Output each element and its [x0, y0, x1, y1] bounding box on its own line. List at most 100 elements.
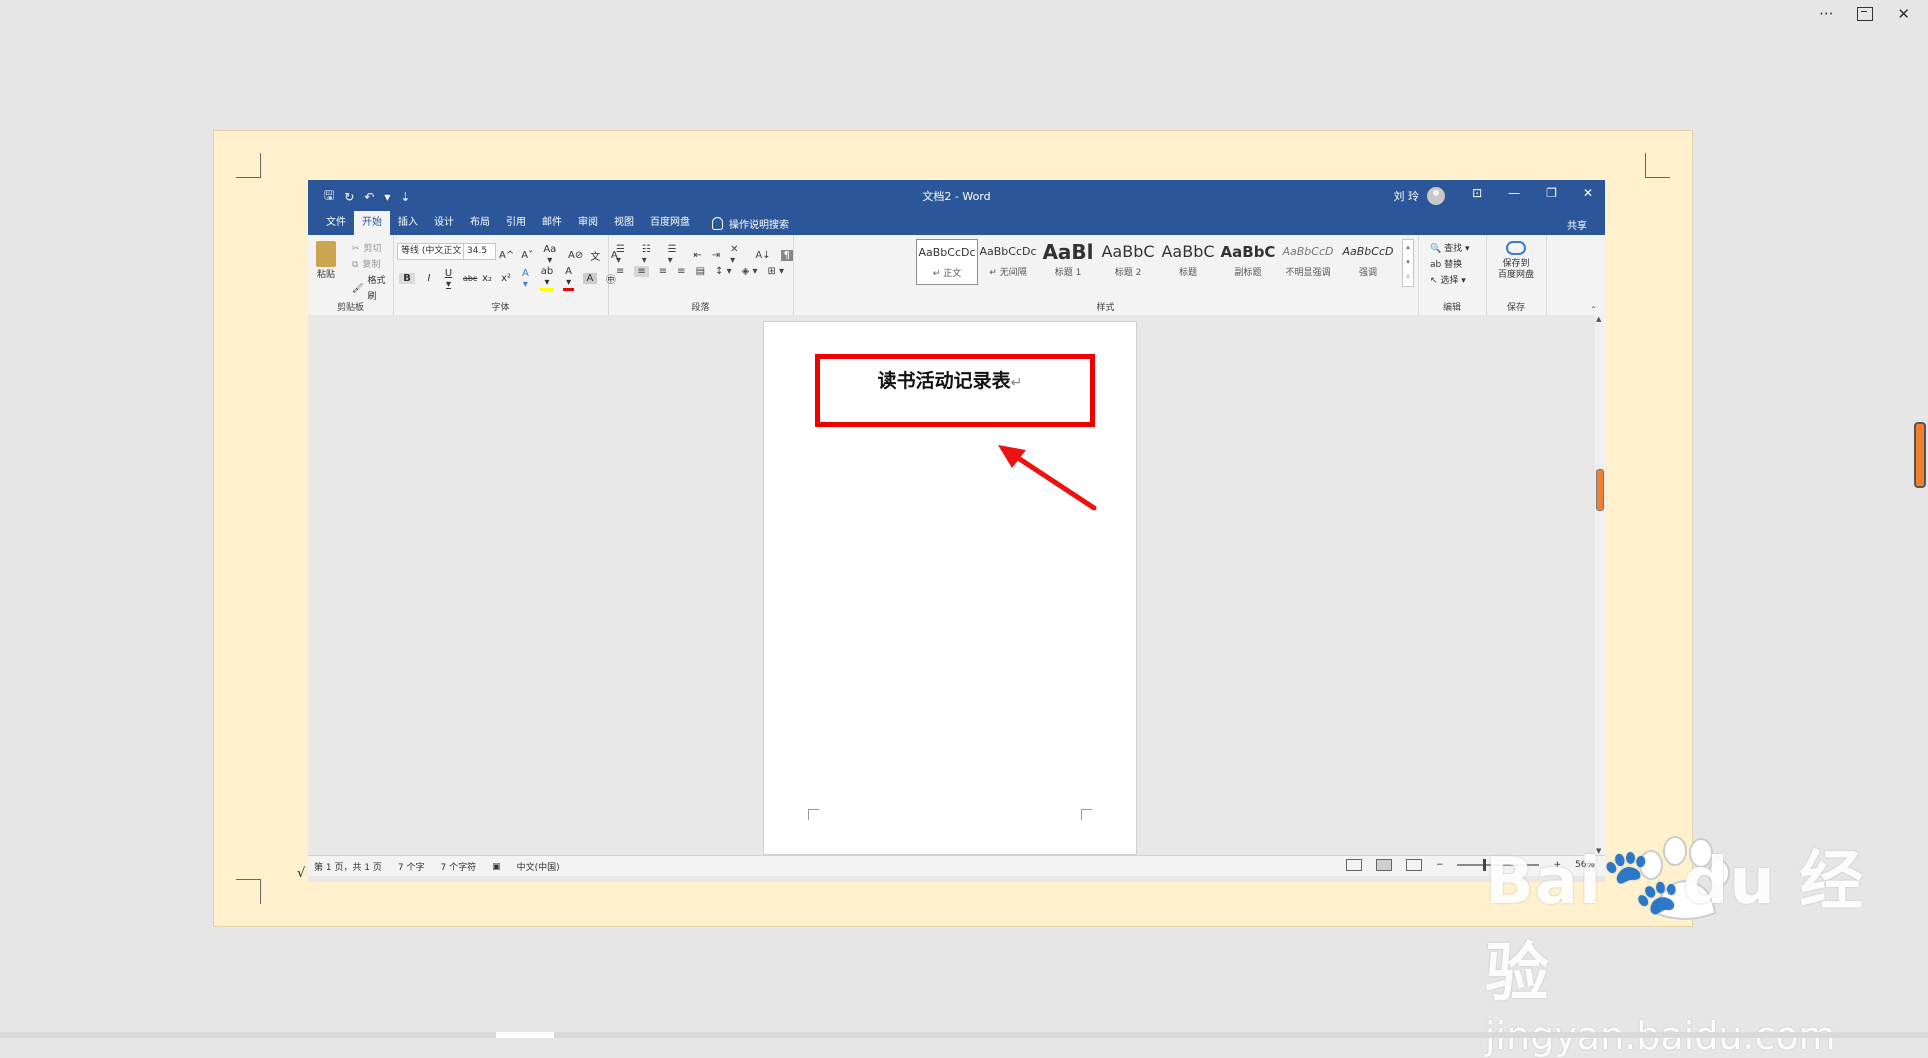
font-name-combo[interactable]: 等线 (中文正文 — [397, 243, 464, 260]
phonetic-guide-button[interactable]: 文 — [590, 248, 600, 263]
tell-me-search[interactable]: 操作说明搜索 — [712, 216, 789, 231]
bottom-scrollbar[interactable] — [0, 1032, 1928, 1038]
more-options-icon[interactable]: ··· — [1819, 6, 1833, 22]
style-gallery: AaBbCcDc ↵ 正文 AaBbCcDc ↵ 无间隔 AaBl 标题 1 A… — [916, 239, 1406, 285]
bullets-button[interactable]: ☰ ▾ — [616, 244, 632, 266]
scroll-up-icon[interactable]: ▲ — [1596, 315, 1601, 323]
style-heading-1[interactable]: AaBl 标题 1 — [1038, 239, 1098, 283]
tab-view[interactable]: 视图 — [606, 211, 642, 235]
strikethrough-button[interactable]: abc — [463, 274, 477, 283]
highlight-color-button[interactable]: ab ▾ — [539, 266, 555, 291]
document-page[interactable]: 读书活动记录表↵ — [763, 321, 1137, 855]
style-subtitle[interactable]: AaBbC 副标题 — [1218, 239, 1278, 283]
underline-button[interactable]: U ▾ — [443, 268, 454, 290]
read-mode-icon[interactable] — [1345, 859, 1362, 871]
replace-button[interactable]: ab 替换 — [1430, 257, 1469, 273]
ribbon-display-options-icon[interactable]: ⊡ — [1472, 186, 1482, 200]
style-normal[interactable]: AaBbCcDc ↵ 正文 — [916, 239, 978, 285]
print-layout-icon[interactable] — [1375, 859, 1392, 871]
tab-mailings[interactable]: 邮件 — [534, 211, 570, 235]
increase-indent-button[interactable]: ⇥ — [712, 250, 720, 261]
status-bar: 第 1 页，共 1 页 7 个字 7 个字符 ▣ 中文(中国) − + 56% — [308, 855, 1605, 876]
save-to-baidu-netdisk-button[interactable]: 保存到 百度网盘 — [1498, 241, 1534, 281]
restore-window-icon[interactable]: ❐ — [1546, 186, 1557, 200]
style-no-spacing[interactable]: AaBbCcDc ↵ 无间隔 — [978, 239, 1038, 283]
close-icon[interactable]: ✕ — [1897, 6, 1910, 22]
paste-button[interactable]: 粘贴 — [316, 241, 336, 280]
style-subtle-emphasis[interactable]: AaBbCcD 不明显强调 — [1278, 239, 1338, 283]
save-line-1: 保存到 — [1502, 259, 1530, 269]
style-sample: AaBbCcDc — [979, 245, 1037, 258]
superscript-button[interactable]: x² — [501, 273, 511, 284]
align-center-button[interactable]: ≡ — [634, 266, 649, 277]
font-size-combo[interactable]: 34.5 — [463, 243, 496, 260]
tab-baidu-netdisk[interactable]: 百度网盘 — [642, 211, 698, 235]
sort-button[interactable]: A↓ — [755, 250, 770, 261]
style-emphasis[interactable]: AaBbCcD 强调 — [1338, 239, 1398, 283]
restore-icon[interactable] — [1857, 7, 1874, 21]
tab-review[interactable]: 审阅 — [570, 211, 606, 235]
avatar[interactable] — [1427, 187, 1445, 205]
decrease-indent-button[interactable]: ⇤ — [693, 250, 701, 261]
bold-button[interactable]: B — [399, 273, 415, 284]
align-left-button[interactable]: ≡ — [616, 266, 624, 277]
distributed-button[interactable]: ▤ — [696, 266, 705, 277]
bottom-scrollbar-thumb[interactable] — [496, 1032, 554, 1038]
minimize-icon[interactable]: — — [1508, 186, 1520, 200]
justify-button[interactable]: ≡ — [677, 266, 685, 277]
zoom-out-button[interactable]: − — [1436, 860, 1444, 870]
font-color-button[interactable]: A ▾ — [563, 266, 574, 291]
select-button[interactable]: ↖ 选择 ▾ — [1430, 273, 1469, 289]
word-count[interactable]: 7 个字 — [398, 860, 425, 873]
tab-layout[interactable]: 布局 — [462, 211, 498, 235]
copy-button[interactable]: ⧉ 复制 — [352, 257, 393, 273]
numbering-button[interactable]: ☷ ▾ — [642, 244, 658, 266]
style-sample: AaBbC — [1161, 242, 1215, 261]
style-heading-2[interactable]: AaBbC 标题 2 — [1098, 239, 1158, 283]
paragraph-group: ☰ ▾ ☷ ▾ ☰ ▾ ⇤ ⇥ ✕ ▾ A↓ ¶ ≡ ≡ ≡ ≡ ▤ ↕ ▾ ◈… — [608, 235, 794, 315]
language[interactable]: 中文(中国) — [517, 860, 560, 873]
tab-file[interactable]: 文件 — [318, 211, 354, 235]
vertical-scrollbar[interactable]: ▲ ▼ — [1595, 315, 1605, 855]
borders-button[interactable]: ⊞ ▾ — [767, 266, 784, 277]
character-shading-button[interactable]: A — [582, 273, 597, 284]
style-sample: AaBbCcD — [1342, 245, 1394, 258]
subscript-button[interactable]: x₂ — [482, 273, 492, 284]
show-hide-marks-button[interactable]: ¶ — [780, 249, 793, 261]
collapse-ribbon-icon[interactable]: ⌃ — [1590, 305, 1597, 314]
style-sample: AaBbCcDc — [918, 246, 976, 259]
clear-formatting-button[interactable]: A⊘ — [568, 250, 583, 261]
style-gallery-scroll[interactable]: ▴ ▾ ▿ — [1402, 239, 1414, 287]
tab-insert[interactable]: 插入 — [390, 211, 426, 235]
italic-button[interactable]: I — [424, 273, 434, 284]
grow-font-button[interactable]: A^ — [499, 250, 514, 261]
chinese-layout-button[interactable]: ✕ ▾ — [730, 244, 745, 266]
style-title[interactable]: AaBbC 标题 — [1158, 239, 1218, 283]
shading-button[interactable]: ◈ ▾ — [742, 266, 758, 277]
user-account[interactable]: 刘 玲 — [1394, 187, 1445, 205]
proofing-icon[interactable]: ▣ — [492, 862, 501, 872]
char-count[interactable]: 7 个字符 — [441, 860, 477, 873]
multilevel-list-button[interactable]: ☰ ▾ — [668, 244, 684, 266]
change-case-button[interactable]: Aa ▾ — [541, 244, 559, 266]
find-button[interactable]: 🔍 查找 ▾ — [1430, 241, 1469, 257]
annotation-highlight-box — [815, 354, 1095, 427]
text-effects-button[interactable]: A ▾ — [520, 268, 531, 290]
shrink-font-button[interactable]: A˅ — [521, 250, 533, 261]
share-button[interactable]: 共享 — [1567, 217, 1587, 232]
tab-design[interactable]: 设计 — [426, 211, 462, 235]
outer-scrollbar-thumb[interactable] — [1914, 422, 1926, 488]
style-sample: AaBl — [1042, 240, 1094, 264]
close-window-icon[interactable]: ✕ — [1583, 186, 1593, 200]
tab-references[interactable]: 引用 — [498, 211, 534, 235]
align-right-button[interactable]: ≡ — [659, 266, 667, 277]
web-layout-icon[interactable] — [1405, 859, 1422, 871]
cloud-icon — [1506, 241, 1526, 255]
tab-home[interactable]: 开始 — [354, 211, 390, 235]
font-group: 等线 (中文正文 34.5 A^ A˅ Aa ▾ A⊘ 文 A B I U ▾ … — [393, 235, 618, 315]
editing-group-label: 编辑 — [1442, 303, 1461, 313]
scrollbar-thumb[interactable] — [1596, 469, 1604, 511]
line-spacing-button[interactable]: ↕ ▾ — [715, 266, 732, 277]
page-count[interactable]: 第 1 页，共 1 页 — [314, 860, 382, 873]
cut-button[interactable]: ✂ 剪切 — [352, 241, 393, 257]
